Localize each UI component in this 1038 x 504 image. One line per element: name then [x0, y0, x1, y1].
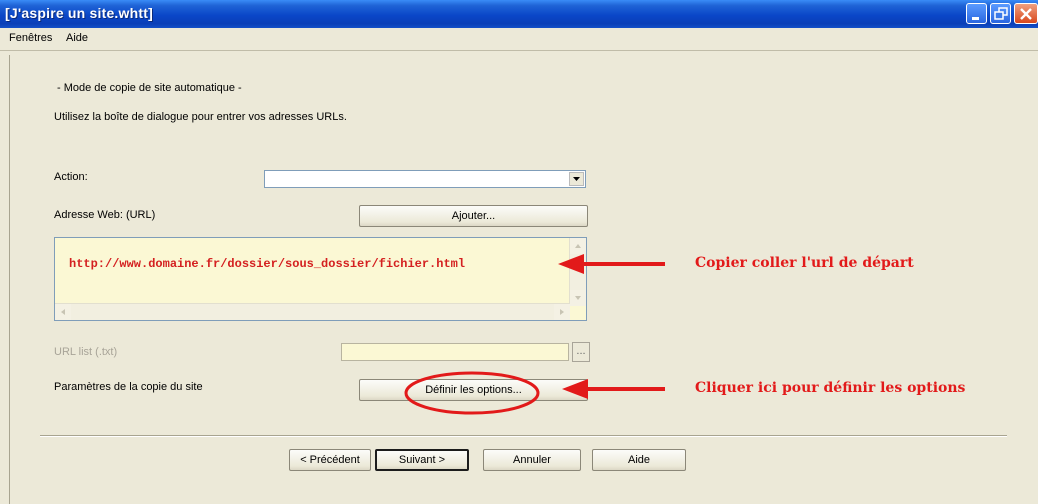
annotation-copy-paste: Copier coller l'url de départ: [695, 255, 914, 271]
annotation-overlay: [404, 254, 665, 415]
annotation-click-options: Cliquer ici pour définir les options: [695, 380, 966, 396]
application-window: [J'aspire un site.whtt] Fenêtres Aide - …: [0, 0, 1038, 504]
highlight-ellipse: [404, 371, 540, 415]
arrow-options-icon: [562, 379, 665, 399]
arrow-url-icon: [558, 254, 665, 274]
